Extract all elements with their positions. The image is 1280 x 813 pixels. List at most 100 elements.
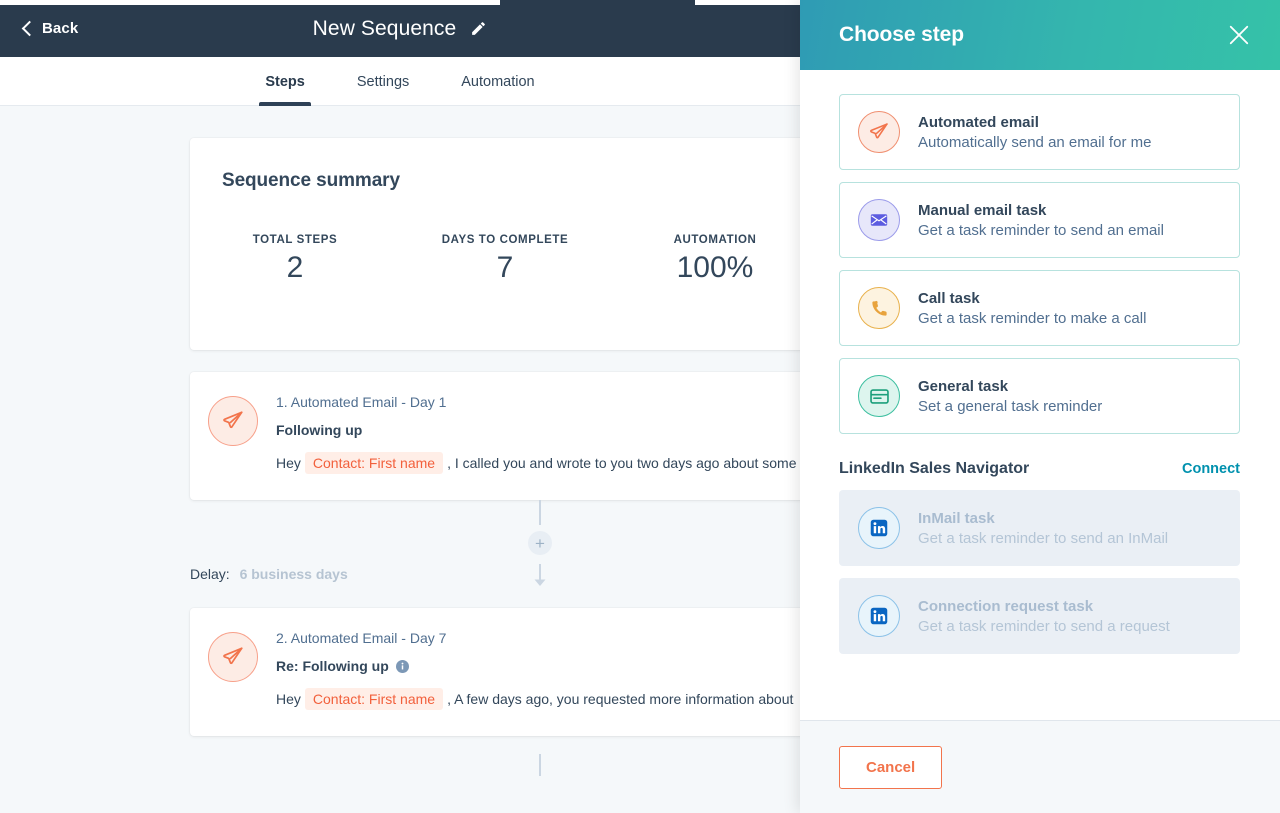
option-text-general-task: General task Set a general task reminder xyxy=(918,378,1221,415)
delay-label: Delay: xyxy=(190,566,230,582)
option-text-inmail-task: InMail task Get a task reminder to send … xyxy=(918,510,1221,547)
option-text-call-task: Call task Get a task reminder to make a … xyxy=(918,290,1221,327)
option-title: Manual email task xyxy=(918,201,1047,219)
steps-content: Sequence summary TOTAL STEPS 2 DAYS TO C… xyxy=(0,106,800,813)
back-button[interactable]: Back xyxy=(20,20,78,37)
option-connection-request-task: Connection request task Get a task remin… xyxy=(839,578,1240,654)
option-desc: Set a general task reminder xyxy=(918,397,1103,415)
envelope-icon xyxy=(858,199,900,241)
stat-days-value: 7 xyxy=(496,251,514,284)
option-manual-email-task[interactable]: Manual email task Get a task reminder to… xyxy=(839,182,1240,258)
option-desc: Automatically send an email for me xyxy=(918,133,1152,151)
back-button-label: Back xyxy=(42,20,79,37)
top-sliver-left xyxy=(0,0,500,5)
step-icon-wrap-2 xyxy=(190,630,276,710)
app-header: Back New Sequence xyxy=(0,0,800,57)
step-preview-before-2: Hey xyxy=(276,691,301,707)
step-preview-2: Hey Contact: First name , A few days ago… xyxy=(276,688,800,710)
step-eyebrow-1: 1. Automated Email - Day 1 xyxy=(276,394,447,410)
sequence-summary-card: Sequence summary TOTAL STEPS 2 DAYS TO C… xyxy=(190,138,800,350)
paper-plane-icon xyxy=(208,632,258,682)
personalization-token-1: Contact: First name xyxy=(304,452,444,474)
step-icon-wrap-1 xyxy=(190,394,276,474)
delay-row: Delay: 6 business days xyxy=(190,566,348,582)
app-root: Back New Sequence Steps Settings Automat… xyxy=(0,0,1280,813)
option-title: Automated email xyxy=(918,113,1039,131)
info-icon[interactable] xyxy=(395,659,409,673)
tab-steps-label: Steps xyxy=(265,73,305,90)
option-title: Call task xyxy=(918,289,980,307)
phone-icon xyxy=(858,287,900,329)
tab-settings[interactable]: Settings xyxy=(331,57,435,106)
stat-days-label: DAYS TO COMPLETE xyxy=(441,234,569,246)
tab-automation-label: Automation xyxy=(461,73,535,90)
option-title: General task xyxy=(918,377,1009,395)
panel-header: Choose step xyxy=(800,0,1280,70)
close-icon[interactable] xyxy=(1228,24,1250,46)
summary-title: Sequence summary xyxy=(222,170,400,191)
step-body-2: 2. Automated Email - Day 7 Re: Following… xyxy=(276,630,800,710)
step-eyebrow-2: 2. Automated Email - Day 7 xyxy=(276,630,447,646)
option-text-automated-email: Automated email Automatically send an em… xyxy=(918,114,1221,151)
step-subject-1: Following up xyxy=(276,422,800,438)
option-call-task[interactable]: Call task Get a task reminder to make a … xyxy=(839,270,1240,346)
tab-bar: Steps Settings Automation xyxy=(0,57,800,106)
sequence-title-group: New Sequence xyxy=(0,0,800,57)
stat-automation-label: AUTOMATION xyxy=(673,234,757,246)
summary-stats: TOTAL STEPS 2 DAYS TO COMPLETE 7 AUTOMAT… xyxy=(190,234,800,285)
option-desc: Get a task reminder to make a call xyxy=(918,309,1147,327)
paper-plane-icon xyxy=(858,111,900,153)
top-sliver-right xyxy=(695,0,800,5)
step-preview-after-2: , A few days ago, you requested more inf… xyxy=(447,691,794,707)
tab-list: Steps Settings Automation xyxy=(239,57,560,106)
step-preview-after-1: , I called you and wrote to you two days… xyxy=(447,455,797,471)
step-card-1[interactable]: 1. Automated Email - Day 1 Following up … xyxy=(190,372,800,500)
delay-value[interactable]: 6 business days xyxy=(240,566,348,582)
page-title: New Sequence xyxy=(312,16,457,40)
linkedin-icon xyxy=(858,595,900,637)
paper-plane-icon xyxy=(208,396,258,446)
option-desc: Get a task reminder to send an email xyxy=(918,221,1164,239)
panel-title: Choose step xyxy=(839,23,964,46)
cancel-button[interactable]: Cancel xyxy=(839,745,943,789)
linkedin-section-title: LinkedIn Sales Navigator xyxy=(839,460,1030,477)
option-desc: Get a task reminder to send a request xyxy=(918,617,1170,635)
option-text-connection-request-task: Connection request task Get a task remin… xyxy=(918,598,1221,635)
option-general-task[interactable]: General task Set a general task reminder xyxy=(839,358,1240,434)
connector-line-tail xyxy=(539,754,541,776)
step-preview-1: Hey Contact: First name , I called you a… xyxy=(276,452,800,474)
stat-automation: AUTOMATION 100% xyxy=(610,234,800,285)
step-connector: + Delay: 6 business days xyxy=(190,500,800,586)
arrow-down-icon xyxy=(534,564,546,586)
step-subject-2: Re: Following up xyxy=(276,658,800,674)
choose-step-panel: Choose step Automated email Automaticall… xyxy=(800,0,1280,813)
add-step-button[interactable]: + xyxy=(528,531,552,555)
step-preview-before-1: Hey xyxy=(276,455,301,471)
tab-settings-label: Settings xyxy=(356,73,410,90)
step-card-2[interactable]: 2. Automated Email - Day 7 Re: Following… xyxy=(190,608,800,736)
connector-line-top xyxy=(539,500,541,525)
personalization-token-2: Contact: First name xyxy=(304,688,444,710)
chevron-left-icon xyxy=(20,22,33,35)
stat-automation-value: 100% xyxy=(676,251,754,284)
stat-total-steps-label: TOTAL STEPS xyxy=(252,234,338,246)
stat-total-steps-value: 2 xyxy=(286,251,304,284)
step-subject-text-2: Re: Following up xyxy=(276,658,389,674)
option-automated-email[interactable]: Automated email Automatically send an em… xyxy=(839,94,1240,170)
option-desc: Get a task reminder to send an InMail xyxy=(918,529,1169,547)
option-inmail-task: InMail task Get a task reminder to send … xyxy=(839,490,1240,566)
tab-automation[interactable]: Automation xyxy=(435,57,560,106)
option-text-manual-email-task: Manual email task Get a task reminder to… xyxy=(918,202,1221,239)
tab-steps[interactable]: Steps xyxy=(239,57,331,106)
panel-body: Automated email Automatically send an em… xyxy=(800,70,1280,720)
option-title: Connection request task xyxy=(918,597,1094,615)
linkedin-section-header: LinkedIn Sales Navigator Connect xyxy=(839,460,1240,478)
panel-footer: Cancel xyxy=(800,720,1280,813)
stat-total-steps: TOTAL STEPS 2 xyxy=(190,234,400,285)
linkedin-icon xyxy=(858,507,900,549)
task-card-icon xyxy=(858,375,900,417)
stat-days-to-complete: DAYS TO COMPLETE 7 xyxy=(400,234,610,285)
linkedin-connect-link[interactable]: Connect xyxy=(1182,461,1240,477)
step-connector-tail xyxy=(190,736,800,782)
pencil-icon[interactable] xyxy=(470,20,487,37)
